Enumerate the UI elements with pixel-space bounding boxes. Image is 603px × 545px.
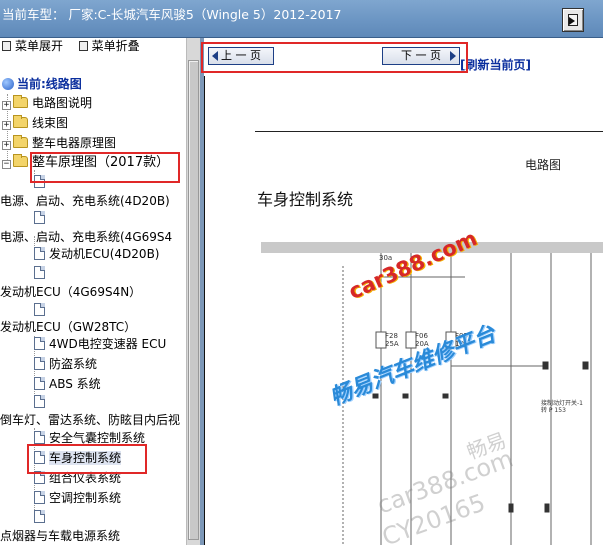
expand-menu-button[interactable]: 菜单展开 (15, 39, 63, 53)
terminal (372, 393, 379, 399)
tree-item-ac-control[interactable]: 空调控制系统 (34, 490, 121, 506)
connector-label: 接制动灯开关-1 转 P 153 (541, 400, 583, 414)
folder-icon (13, 135, 28, 148)
tree-item-engine-ecu-4d20b[interactable]: 发动机ECU(4D20B) (34, 246, 160, 262)
tree-scrollbar[interactable] (186, 38, 200, 545)
exit-button[interactable] (562, 8, 584, 32)
tree-item-vehicle-schematic-2017[interactable]: − 整车原理图（2017款） (2, 154, 169, 171)
document-icon (34, 377, 45, 390)
arrow-left-icon (212, 51, 218, 61)
fuse-label-3: F05 10A (455, 332, 469, 348)
tree-item-power-4g69s4[interactable]: 电源、启动、充电系统(4G69S4 (0, 229, 172, 245)
tree-doc-node[interactable] (34, 210, 49, 226)
expand-icon (2, 41, 11, 51)
tree-item-4wd-ecu[interactable]: 4WD电控变速器 ECU (34, 336, 166, 352)
terminal (402, 393, 409, 399)
page-nav-bar: 上 一 页 下 一 页 [刷新当前页] (204, 38, 603, 76)
tree-item-anti-theft[interactable]: 防盗系统 (34, 356, 97, 372)
collapse-menu-button[interactable]: 菜单折叠 (92, 39, 140, 53)
folder-open-icon (13, 154, 28, 167)
tree-doc-node[interactable] (34, 302, 49, 318)
tree-current-node[interactable]: 当前:线路图 (2, 76, 82, 92)
tree-doc-node[interactable] (34, 394, 49, 410)
expand-plus-icon[interactable]: + (2, 121, 11, 130)
refresh-page-link[interactable]: [刷新当前页] (460, 56, 531, 73)
schematic-page: 电路图 车身控制系统 30a F28 25A F06 20A F05 10A 接… (204, 76, 603, 545)
tree-doc-node[interactable] (34, 174, 49, 190)
tree-panel: 菜单展开 菜单折叠 当前:线路图 + 电路图说明 + 线束图 + 整车电器原理图 − 整… (0, 38, 186, 545)
document-icon (34, 471, 45, 484)
collapse-minus-icon[interactable]: − (2, 160, 11, 169)
folder-icon (13, 115, 28, 128)
terminal (508, 503, 514, 513)
expand-plus-icon[interactable]: + (2, 101, 11, 110)
tree-doc-node[interactable] (34, 265, 49, 281)
document-icon (34, 510, 45, 523)
document-icon (34, 211, 45, 224)
document-icon (34, 395, 45, 408)
terminal (542, 361, 549, 370)
tree-scrollbar-thumb[interactable] (188, 60, 199, 540)
menu-toolbar: 菜单展开 菜单折叠 (2, 38, 140, 54)
arrow-right-icon (450, 51, 456, 61)
tree-item-engine-ecu-gw28tc[interactable]: 发动机ECU（GW28TC） (0, 319, 136, 335)
globe-icon (2, 78, 14, 90)
terminal (544, 503, 550, 513)
folder-icon (13, 95, 28, 108)
document-icon (34, 175, 45, 188)
next-page-button[interactable]: 下 一 页 (382, 47, 460, 65)
document-icon (34, 357, 45, 370)
expand-plus-icon[interactable]: + (2, 141, 11, 150)
tree-item-airbag[interactable]: 安全气囊控制系统 (34, 430, 145, 446)
fuse-label-1: F28 25A (385, 332, 399, 348)
tree-item-abs[interactable]: ABS 系统 (34, 376, 101, 392)
terminal (442, 393, 449, 399)
document-icon (34, 337, 45, 350)
document-icon (34, 247, 45, 260)
tree-item-instrument[interactable]: 组合仪表系统 (34, 470, 121, 486)
tree-item-circuit-notes[interactable]: + 电路图说明 (2, 95, 92, 111)
exit-arrow-icon (569, 17, 575, 25)
tree-item-harness[interactable]: + 线束图 (2, 115, 68, 131)
tree-doc-node[interactable] (34, 509, 49, 525)
wire-label: 30a (379, 254, 393, 262)
title-bar: 当前车型： 厂家:C-长城汽车风骏5（Wingle 5）2012-2017 (0, 0, 603, 38)
document-icon (34, 491, 45, 504)
collapse-icon (78, 41, 88, 51)
document-icon (34, 431, 45, 444)
tree-item-vehicle-electrical[interactable]: + 整车电器原理图 (2, 135, 116, 151)
tree-item-lighter-power[interactable]: 点烟器与车载电源系统 (0, 528, 120, 544)
schematic-drawing (342, 253, 592, 545)
terminal (582, 361, 589, 370)
tree-item-body-control[interactable]: 车身控制系统 (34, 450, 122, 466)
document-icon (34, 303, 45, 316)
fuse-label-2: F06 20A (415, 332, 429, 348)
document-icon (34, 451, 45, 464)
document-viewer: 上 一 页 下 一 页 [刷新当前页] 电路图 车身控制系统 30a F28 2… (204, 38, 603, 545)
tree-item-engine-ecu-4g69s4n[interactable]: 发动机ECU（4G69S4N） (0, 284, 141, 300)
prev-page-button[interactable]: 上 一 页 (208, 47, 274, 65)
document-icon (34, 266, 45, 279)
tree-item-reverse-radar[interactable]: 倒车灯、雷达系统、防眩目内后视 (0, 412, 180, 428)
tree-item-power-4d20b[interactable]: 电源、启动、充电系统(4D20B) (0, 193, 170, 209)
window-title: 当前车型： 厂家:C-长城汽车风骏5（Wingle 5）2012-2017 (2, 7, 342, 22)
